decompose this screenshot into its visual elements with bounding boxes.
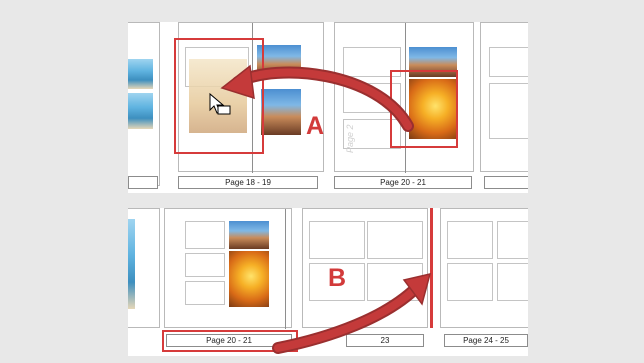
- marker-a: A: [306, 112, 325, 140]
- top-panel: Page 18 - 19 Page 2 Page 20 - 21 A: [128, 22, 528, 193]
- move-arrow-icon: [220, 64, 414, 132]
- bottom-panel: Page 20 - 21 23 Page 24 - 25 B: [128, 208, 528, 356]
- marker-b: B: [328, 264, 347, 292]
